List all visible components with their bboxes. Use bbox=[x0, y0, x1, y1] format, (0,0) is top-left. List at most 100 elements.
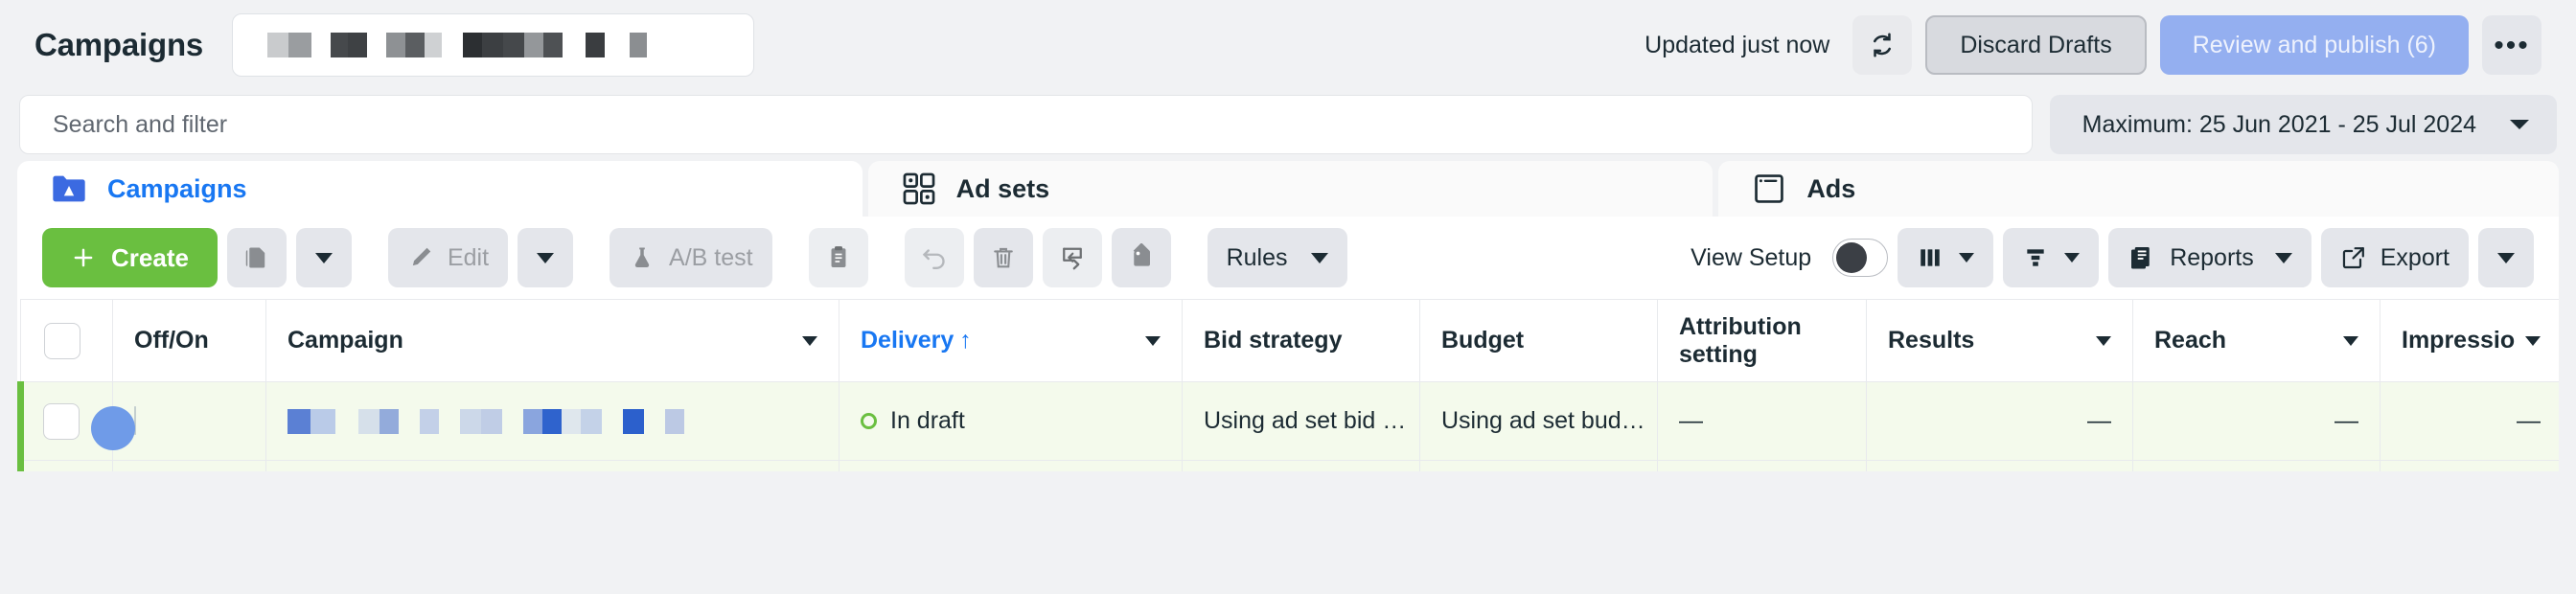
review-and-publish-label: Review and publish (6) bbox=[2193, 32, 2436, 59]
table-header-row: Off/On Campaign Delivery↑ bbox=[21, 300, 2560, 382]
clipboard-button[interactable] bbox=[809, 228, 868, 287]
table-toolbar: Create Edit bbox=[17, 217, 2559, 299]
chevron-down-icon[interactable] bbox=[802, 336, 817, 346]
duplicate-icon bbox=[242, 243, 271, 272]
th-budget-label: Budget bbox=[1441, 327, 1524, 354]
export-caret-button[interactable] bbox=[2478, 228, 2534, 287]
edit-button-label: Edit bbox=[448, 244, 489, 272]
th-budget: Budget bbox=[1420, 300, 1658, 382]
view-setup-toggle[interactable] bbox=[1832, 239, 1888, 277]
cell-results: — bbox=[1867, 382, 2133, 461]
duplicate-button[interactable] bbox=[227, 228, 287, 287]
edit-button[interactable]: Edit bbox=[388, 228, 508, 287]
th-campaign[interactable]: Campaign bbox=[266, 300, 840, 382]
chevron-down-icon bbox=[2497, 253, 2515, 263]
discard-drafts-label: Discard Drafts bbox=[1960, 32, 2111, 59]
page-title: Campaigns bbox=[34, 27, 203, 63]
chevron-down-icon[interactable] bbox=[2525, 336, 2541, 346]
pencil-icon bbox=[407, 244, 434, 271]
search-placeholder: Search and filter bbox=[53, 111, 227, 139]
tag-icon bbox=[1127, 243, 1156, 272]
cell-campaign-name[interactable] bbox=[266, 461, 840, 472]
create-button[interactable]: Create bbox=[42, 228, 218, 287]
chevron-down-icon[interactable] bbox=[2096, 336, 2111, 346]
campaign-name-redacted bbox=[288, 409, 817, 434]
refresh-button[interactable] bbox=[1852, 15, 1912, 75]
toggle-knob bbox=[91, 406, 135, 450]
cell-attribution-setting: — bbox=[1658, 461, 1867, 472]
date-range-selector[interactable]: Maximum: 25 Jun 2021 - 25 Jul 2024 bbox=[2050, 95, 2557, 154]
chevron-down-icon[interactable] bbox=[2343, 336, 2358, 346]
account-selector[interactable] bbox=[232, 13, 754, 77]
chevron-down-icon[interactable] bbox=[1145, 336, 1161, 346]
campaign-status-toggle[interactable] bbox=[134, 406, 136, 435]
campaigns-table: Off/On Campaign Delivery↑ bbox=[17, 299, 2559, 471]
refresh-icon bbox=[1867, 30, 1898, 60]
row-checkbox[interactable] bbox=[43, 403, 80, 440]
reports-button-label: Reports bbox=[2170, 244, 2254, 272]
table-row[interactable]: In draft Using ad set bid … Using ad set… bbox=[21, 382, 2560, 461]
cell-select[interactable] bbox=[21, 461, 113, 472]
plus-icon bbox=[71, 245, 96, 270]
chevron-down-icon bbox=[1959, 253, 1974, 263]
campaigns-manager-page: Campaigns bbox=[0, 0, 2576, 594]
rules-button[interactable]: Rules bbox=[1208, 228, 1347, 287]
columns-button[interactable] bbox=[1898, 228, 1993, 287]
duplicate-caret-button[interactable] bbox=[296, 228, 352, 287]
cell-delivery: In draft bbox=[840, 382, 1183, 461]
rules-button-label: Rules bbox=[1227, 244, 1288, 272]
tab-ad-sets[interactable]: Ad sets bbox=[868, 161, 1714, 217]
tag-button[interactable] bbox=[1112, 228, 1171, 287]
move-button[interactable] bbox=[1043, 228, 1102, 287]
cell-bid-strategy: Using ad set bid … bbox=[1183, 461, 1420, 472]
search-filter-row: Search and filter Maximum: 25 Jun 2021 -… bbox=[0, 90, 2576, 159]
undo-button[interactable] bbox=[905, 228, 964, 287]
th-reach[interactable]: Reach bbox=[2133, 300, 2380, 382]
edit-caret-button[interactable] bbox=[518, 228, 573, 287]
th-bid-strategy: Bid strategy bbox=[1183, 300, 1420, 382]
date-range-label: Maximum: 25 Jun 2021 - 25 Jul 2024 bbox=[2082, 111, 2476, 139]
chevron-down-icon bbox=[2275, 253, 2292, 263]
more-options-button[interactable]: ••• bbox=[2482, 15, 2542, 75]
th-results[interactable]: Results bbox=[1867, 300, 2133, 382]
th-impressions[interactable]: Impressions bbox=[2380, 300, 2560, 382]
tab-campaigns[interactable]: Campaigns bbox=[17, 161, 862, 217]
delete-button[interactable] bbox=[974, 228, 1033, 287]
table-row[interactable]: In draft Using ad set bid … Using ad set… bbox=[21, 461, 2560, 472]
adsets-grid-icon bbox=[901, 171, 937, 207]
cell-off-on[interactable] bbox=[113, 461, 266, 472]
ellipsis-icon: ••• bbox=[2494, 38, 2530, 53]
top-bar: Campaigns bbox=[0, 0, 2576, 90]
breakdown-button[interactable] bbox=[2003, 228, 2099, 287]
search-input[interactable]: Search and filter bbox=[19, 95, 2033, 154]
cell-budget: Using ad set bud… bbox=[1420, 382, 1658, 461]
th-select-all[interactable] bbox=[21, 300, 113, 382]
top-bar-actions: Updated just now Discard Drafts Review a… bbox=[1644, 15, 2542, 75]
reports-button[interactable]: Reports bbox=[2108, 228, 2312, 287]
cell-impressions: — bbox=[2380, 382, 2560, 461]
cell-campaign-name[interactable] bbox=[266, 382, 840, 461]
review-and-publish-button[interactable]: Review and publish (6) bbox=[2160, 15, 2469, 75]
th-off-on: Off/On bbox=[113, 300, 266, 382]
tab-campaigns-label: Campaigns bbox=[107, 174, 247, 204]
updated-status-text: Updated just now bbox=[1644, 32, 1829, 59]
export-button[interactable]: Export bbox=[2321, 228, 2469, 287]
th-reach-label: Reach bbox=[2154, 327, 2226, 354]
toggle-knob bbox=[1836, 242, 1867, 273]
discard-drafts-button[interactable]: Discard Drafts bbox=[1925, 15, 2146, 75]
cell-off-on[interactable] bbox=[113, 382, 266, 461]
ab-test-button-label: A/B test bbox=[669, 244, 753, 272]
view-setup-label: View Setup bbox=[1690, 244, 1811, 272]
account-name-redacted bbox=[267, 33, 647, 57]
th-bid-strategy-label: Bid strategy bbox=[1204, 327, 1342, 354]
cell-delivery: In draft bbox=[840, 461, 1183, 472]
campaign-folder-icon bbox=[50, 170, 88, 208]
chevron-down-icon bbox=[1311, 253, 1328, 263]
status-indicator-icon bbox=[861, 413, 877, 429]
select-all-checkbox[interactable] bbox=[44, 323, 80, 359]
tab-ads[interactable]: Ads bbox=[1718, 161, 2559, 217]
chevron-down-icon bbox=[537, 253, 554, 263]
chevron-down-icon bbox=[2509, 118, 2530, 131]
th-delivery[interactable]: Delivery↑ bbox=[840, 300, 1183, 382]
ab-test-button[interactable]: A/B test bbox=[610, 228, 772, 287]
